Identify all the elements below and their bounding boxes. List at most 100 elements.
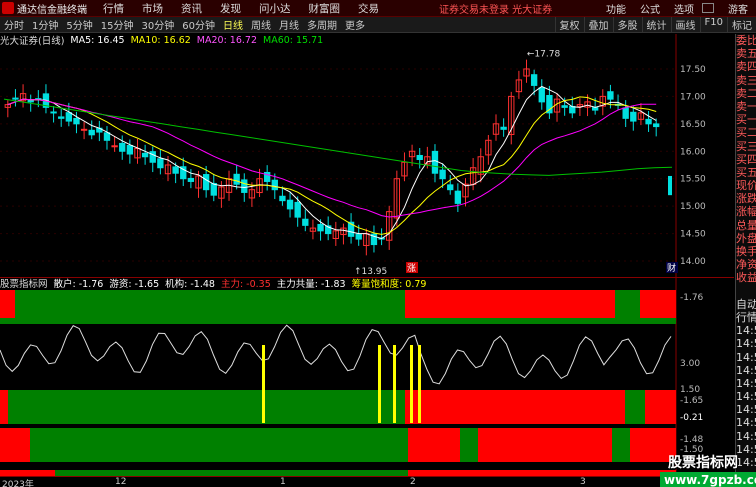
period-1min[interactable]: 1分钟 xyxy=(28,17,62,32)
candle-body xyxy=(111,145,118,148)
date-label: 2023年 xyxy=(2,480,34,487)
quote-label: 买五 xyxy=(736,165,756,179)
period-monthly[interactable]: 月线 xyxy=(275,17,303,32)
menu-function[interactable]: 功能 xyxy=(606,1,626,16)
tool-draw[interactable]: 画线 xyxy=(670,17,700,32)
signal-bar xyxy=(418,345,421,423)
high-annotation: ←17.78 xyxy=(527,50,561,60)
login-notice[interactable]: 证券交易未登录 光大证券 xyxy=(439,1,552,16)
period-multi[interactable]: 多周期 xyxy=(303,17,341,32)
quote-label: 14:5 xyxy=(736,390,756,404)
candle-body xyxy=(58,116,65,119)
indicator-band-retail xyxy=(15,290,405,318)
menu-formula[interactable]: 公式 xyxy=(640,1,660,16)
candle-body xyxy=(149,151,156,163)
candle-body xyxy=(80,128,88,131)
ma5-line xyxy=(7,85,657,240)
date-label: 1 xyxy=(280,477,286,487)
menu-item-news[interactable]: 资讯 xyxy=(181,1,202,16)
app-title: 通达信金融终端 xyxy=(17,4,87,16)
candle-body xyxy=(500,126,507,130)
menu-item-market[interactable]: 行情 xyxy=(103,1,124,16)
quote-label: 换手 xyxy=(736,245,756,258)
period-more[interactable]: 更多 xyxy=(341,17,369,32)
quote-label: 卖二 xyxy=(736,86,756,100)
watermark-title: 股票指标网 xyxy=(668,455,738,471)
indicator-header: 股票指标网 散户: -1.76 游资: -1.65 机构: -1.48 主力: … xyxy=(0,276,734,290)
indicator-band-hot-money xyxy=(8,390,405,424)
candle-body xyxy=(607,91,614,100)
price-tick-label: 17.00 xyxy=(680,92,706,102)
tool-overlay[interactable]: 叠加 xyxy=(583,17,613,32)
candle-body xyxy=(279,195,286,202)
menu-item-markets[interactable]: 市场 xyxy=(142,1,163,16)
period-5min[interactable]: 5分钟 xyxy=(62,17,96,32)
candle-body xyxy=(271,179,278,191)
period-daily[interactable]: 日线 xyxy=(219,17,247,32)
chart-canvas[interactable]: 17.50 17.00 16.50 16.00 15.50 15.00 14.50 14.00… xyxy=(0,0,734,487)
period-15min[interactable]: 15分钟 xyxy=(97,17,138,32)
indicator-band-retail xyxy=(0,318,676,324)
indicator-tick-label: -1.65 xyxy=(680,396,703,406)
ma60-value: MA60: 15.71 xyxy=(263,34,324,46)
quote-label: 14:5 xyxy=(736,324,756,338)
window-control-icon[interactable] xyxy=(702,3,714,13)
tool-f10[interactable]: F10 xyxy=(699,17,727,32)
ma10-value: MA10: 16.62 xyxy=(130,34,191,46)
quote-label: 收益 xyxy=(736,271,756,285)
tool-stats[interactable]: 统计 xyxy=(641,17,671,32)
indicator-band-institution xyxy=(460,428,478,462)
candle-body xyxy=(241,179,248,193)
candle-body xyxy=(653,123,660,128)
tool-mark[interactable]: 标记 xyxy=(727,17,756,32)
menu-item-discover[interactable]: 发现 xyxy=(220,1,241,16)
candle-body xyxy=(141,152,149,158)
signal-bar xyxy=(410,345,413,423)
quote-label: 现价 xyxy=(736,179,756,193)
menu-item-ask[interactable]: 问小达 xyxy=(259,1,291,16)
period-60min[interactable]: 60分钟 xyxy=(178,17,219,32)
quote-label: 买三 xyxy=(736,139,756,153)
indicator-tick-label: -0.21 xyxy=(680,413,703,423)
indicator-co-volume: 主力共量: -1.83 xyxy=(276,279,346,290)
period-30min[interactable]: 30分钟 xyxy=(137,17,178,32)
quote-label: 涨跌 xyxy=(736,192,756,206)
quote-label: 外盘 xyxy=(736,231,756,245)
indicator-band-hot-money xyxy=(625,390,645,424)
signal-bar xyxy=(262,345,265,423)
guest-label[interactable]: 游客 xyxy=(728,1,748,16)
quote-label: 14:5 xyxy=(736,363,756,377)
candle-body xyxy=(12,97,19,100)
quote-label: 14:5 xyxy=(736,442,756,456)
menu-options[interactable]: 选项 xyxy=(674,1,694,16)
candle-body xyxy=(317,223,324,232)
tool-adjust[interactable]: 复权 xyxy=(554,17,584,32)
indicator-band-retail xyxy=(405,290,615,318)
indicator-band-retail xyxy=(640,290,676,318)
price-tick-label: 17.50 xyxy=(680,65,706,75)
period-intraday[interactable]: 分时 xyxy=(0,17,28,32)
candle-body xyxy=(73,117,80,125)
candle-body xyxy=(538,87,545,103)
candle-body xyxy=(202,174,210,191)
indicator-tick-label: 3.00 xyxy=(680,359,700,369)
stock-title[interactable]: 光大证券(日线) xyxy=(0,33,64,47)
quote-panel[interactable]: 委比 卖五 卖四 卖三 卖二 卖一 买一 买二 买三 买四 买五 现价 涨跌 涨幅 总量 外盘 换手 净资 收益 自动… xyxy=(735,34,756,487)
signal-bar xyxy=(378,345,381,423)
price-tick-label: 16.50 xyxy=(680,120,706,130)
candle-body xyxy=(65,112,73,122)
quote-label: 14:5 xyxy=(736,429,756,443)
indicator-band-institution xyxy=(408,428,460,462)
period-weekly[interactable]: 周线 xyxy=(247,17,275,32)
candle-body xyxy=(286,199,294,210)
candle-body xyxy=(119,142,126,152)
ma5-value: MA5: 16.45 xyxy=(70,34,125,46)
menu-item-trade[interactable]: 交易 xyxy=(358,1,379,16)
quote-label: 净资 xyxy=(736,258,756,272)
signal-bar xyxy=(393,345,396,423)
tool-multi-stock[interactable]: 多股 xyxy=(612,17,642,32)
oscillator-line xyxy=(0,324,672,385)
menu-item-wealth[interactable]: 财富圈 xyxy=(309,1,341,16)
quote-label: 买四 xyxy=(736,152,756,166)
indicator-name[interactable]: 股票指标网 xyxy=(0,276,48,290)
